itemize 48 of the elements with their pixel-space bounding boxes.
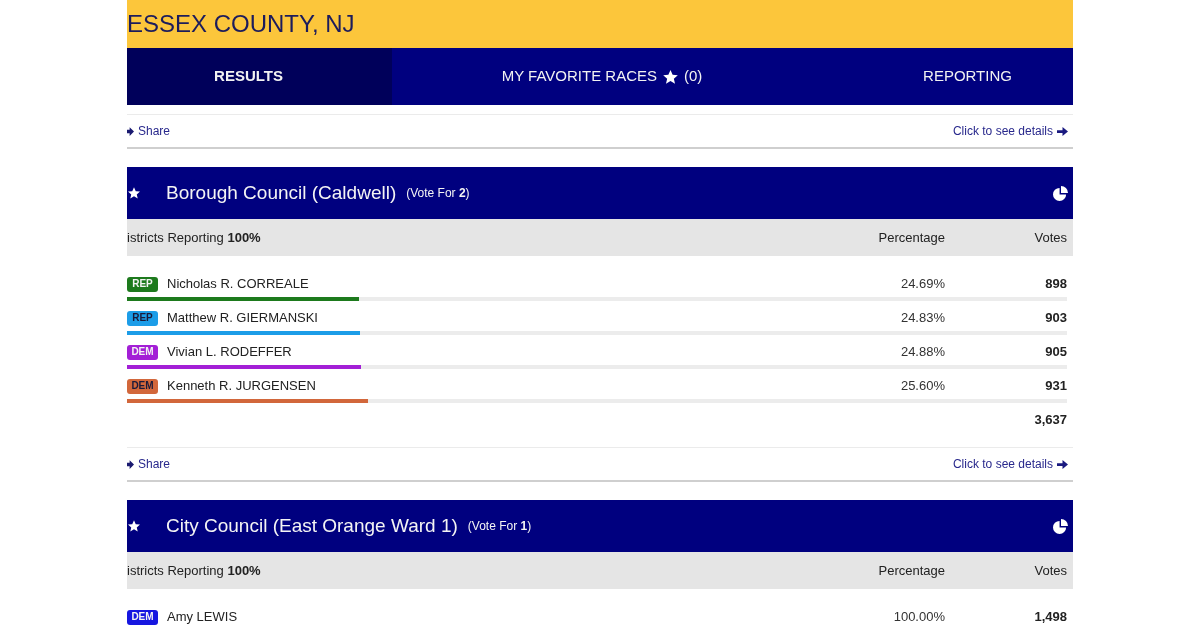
candidate-name: Matthew R. GIERMANSKI — [167, 309, 318, 328]
arrow-icon — [127, 459, 134, 469]
share-link[interactable]: Share — [127, 122, 171, 140]
party-badge: REP — [127, 276, 158, 292]
county-title: ESSEX COUNTY, NJ — [127, 12, 355, 36]
vote-for-text: (Vote For 1) — [467, 518, 532, 535]
race-title: Borough Council (Caldwell) — [166, 180, 397, 205]
arrow-right-icon — [1057, 125, 1068, 137]
details-link[interactable]: Click to see details — [952, 122, 1068, 140]
arrow-right-icon — [1057, 458, 1068, 470]
share-link[interactable]: Share — [127, 455, 171, 473]
party-badge: DEM — [127, 609, 158, 625]
nav-tab[interactable]: REPORTING — [812, 48, 1073, 105]
percentage-text: 24.83% — [899, 309, 945, 328]
star-icon[interactable] — [128, 187, 140, 199]
nav-tab[interactable]: RESULTS — [127, 48, 392, 105]
party-badge: DEM — [127, 378, 158, 394]
percentage-text: 24.69% — [899, 275, 945, 294]
party-badge: DEM — [127, 344, 158, 360]
pie-chart-icon[interactable] — [1053, 185, 1068, 201]
column-header: Votes — [1033, 228, 1067, 247]
details-link[interactable]: Click to see details — [952, 455, 1068, 473]
vote-count: 898 — [1044, 275, 1067, 294]
districts-reporting: istricts Reporting 100% — [127, 228, 262, 247]
districts-reporting: istricts Reporting 100% — [127, 561, 262, 580]
vote-count: 905 — [1044, 343, 1067, 362]
candidate-name: Kenneth R. JURGENSEN — [167, 377, 316, 396]
star-icon — [663, 69, 678, 84]
column-header: Percentage — [877, 561, 945, 580]
candidate-name: Nicholas R. CORREALE — [167, 275, 309, 294]
pie-chart-icon[interactable] — [1053, 518, 1068, 534]
vote-count: 903 — [1044, 309, 1067, 328]
vote-count: 931 — [1044, 377, 1067, 396]
race-title: City Council (East Orange Ward 1) — [166, 513, 458, 538]
star-icon[interactable] — [128, 520, 140, 532]
arrow-icon — [127, 126, 134, 136]
percentage-text: 24.88% — [899, 343, 945, 362]
party-badge: REP — [127, 310, 158, 326]
candidate-name: Amy LEWIS — [167, 608, 238, 627]
total-votes: 3,637 — [1033, 411, 1067, 430]
vote-for-text: (Vote For 2) — [406, 185, 470, 202]
column-header: Percentage — [877, 228, 945, 247]
vote-count: 1,498 — [1033, 608, 1067, 627]
candidate-name: Vivian L. RODEFFER — [167, 343, 292, 362]
column-header: Votes — [1033, 561, 1067, 580]
nav-tab[interactable]: MY FAVORITE RACES (0) — [392, 48, 812, 105]
percentage-text: 25.60% — [899, 377, 945, 396]
percentage-text: 100.00% — [892, 608, 945, 627]
